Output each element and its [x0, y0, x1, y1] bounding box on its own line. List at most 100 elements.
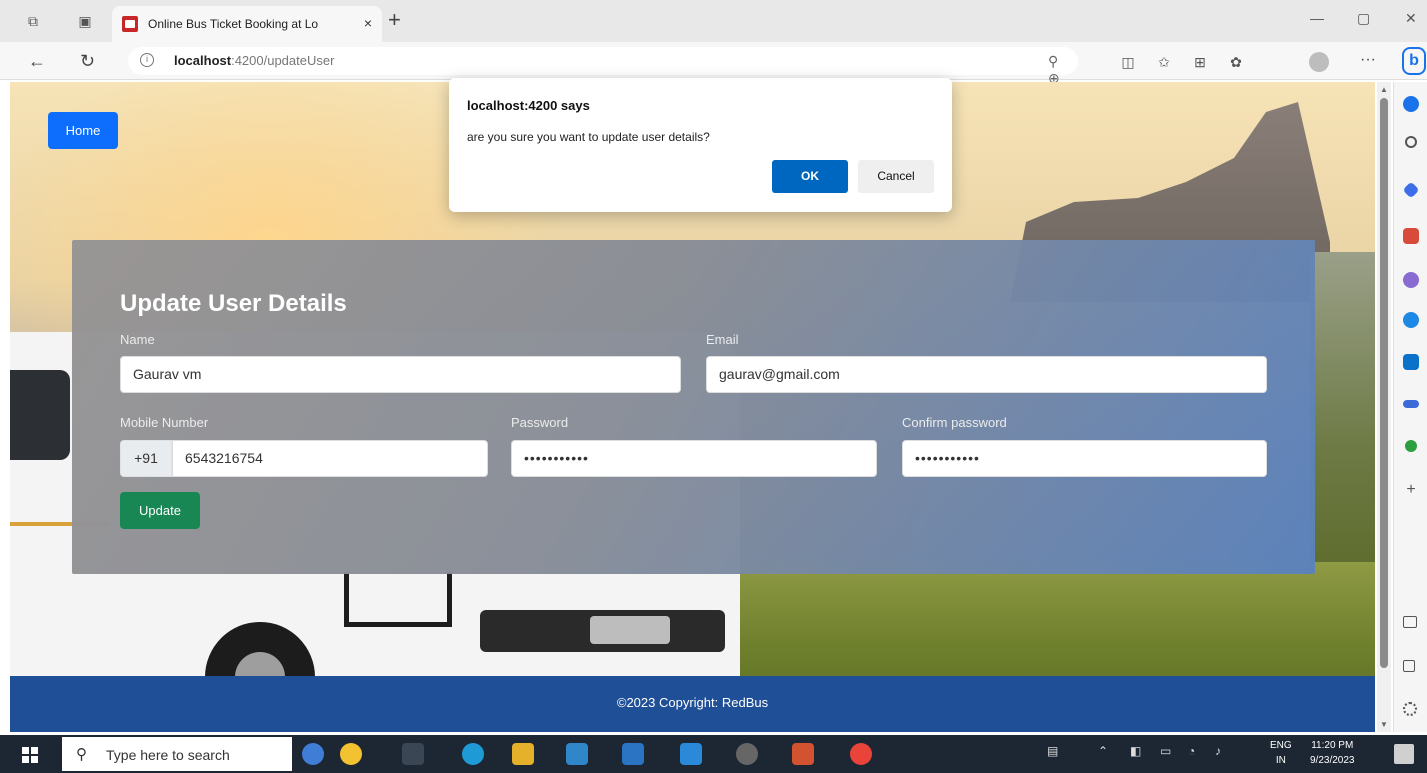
redbus-favicon-icon	[122, 16, 138, 32]
windows-start-icon[interactable]	[22, 747, 38, 763]
dialog-title: localhost:4200 says	[467, 98, 590, 113]
external-link-icon[interactable]	[1403, 660, 1415, 672]
tab-title: Online Bus Ticket Booking at Lo	[148, 17, 319, 31]
taskbar-search-placeholder: Type here to search	[106, 747, 230, 763]
back-icon[interactable]: ←	[28, 51, 46, 71]
scroll-down-icon[interactable]: ▼	[1380, 720, 1388, 729]
wifi-icon[interactable]: ◔	[1188, 744, 1195, 758]
dialog-message: are you sure you want to update user det…	[467, 130, 710, 144]
restore-button[interactable]: ▢	[1357, 10, 1370, 27]
outlook-icon[interactable]	[1403, 354, 1419, 370]
url-field[interactable]: i localhost:4200/updateUser ⚲ ⊕ Aᴬ ☆	[128, 47, 1078, 119]
tree-icon[interactable]	[1405, 440, 1417, 452]
url-host: localhost	[174, 53, 232, 68]
update-user-form: Update User Details Name Gaurav vm Email…	[72, 240, 1315, 574]
url-path: :4200/updateUser	[231, 53, 335, 68]
tab-bar: ⧉ ▣ Online Bus Ticket Booking at Lo × + …	[0, 0, 1427, 42]
email-input[interactable]: gaurav@gmail.com	[706, 356, 1267, 393]
games-icon[interactable]	[1403, 272, 1419, 288]
taskbar-search[interactable]: ⚲ Type here to search	[62, 737, 292, 771]
tab-close-icon[interactable]: ×	[364, 15, 372, 31]
tab-actions-icon[interactable]: ▣	[76, 12, 94, 30]
form-title: Update User Details	[120, 290, 347, 317]
more-options-icon[interactable]: ···	[1360, 51, 1376, 69]
new-tab-button[interactable]: +	[388, 9, 401, 31]
edge-app-icon[interactable]	[462, 743, 484, 765]
clock-date: 9/23/2023	[1310, 755, 1355, 766]
info-icon[interactable]: i	[140, 53, 154, 67]
minimize-button[interactable]: —	[1310, 10, 1324, 26]
tray-chevron-icon[interactable]: ⌃	[1098, 744, 1108, 758]
keyboard-icon[interactable]: ▤	[1047, 744, 1058, 758]
footer: ©2023 Copyright: RedBus	[10, 676, 1375, 732]
notifications-icon[interactable]	[1403, 96, 1419, 112]
email-label: Email	[706, 332, 739, 347]
bus-door	[344, 572, 452, 627]
bus-window	[10, 370, 70, 460]
confirm-password-label: Confirm password	[902, 415, 1007, 430]
weather-widget-icon[interactable]	[302, 743, 324, 765]
update-button[interactable]: Update	[120, 492, 200, 529]
widget-icon[interactable]	[340, 743, 362, 765]
extensions-icon[interactable]: ✿	[1218, 54, 1254, 71]
profile-icon[interactable]	[1309, 52, 1329, 72]
sidebar-layout-icon[interactable]	[1403, 616, 1417, 628]
task-view-icon[interactable]	[402, 743, 424, 765]
mail-icon[interactable]	[622, 743, 644, 765]
url-text: localhost:4200/updateUser	[174, 53, 334, 68]
battery-icon[interactable]: ▭	[1160, 744, 1171, 758]
favorites-icon[interactable]: ✩	[1146, 54, 1182, 71]
clock-icon[interactable]: 11:20 PM 9/23/2023	[1310, 738, 1355, 768]
dialog-cancel-button[interactable]: Cancel	[858, 160, 934, 193]
mobile-label: Mobile Number	[120, 415, 209, 430]
chrome-icon[interactable]	[850, 743, 872, 765]
name-input[interactable]: Gaurav vm	[120, 356, 681, 393]
edge-sidebar: +	[1393, 82, 1427, 732]
split-screen-icon[interactable]: ◫	[1110, 54, 1146, 71]
clock-time: 11:20 PM	[1311, 740, 1354, 751]
footer-copyright: ©2023 Copyright: RedBus	[616, 695, 769, 710]
settings-app-icon[interactable]	[736, 743, 758, 765]
vscode-icon[interactable]	[680, 743, 702, 765]
search-sidebar-icon[interactable]	[1405, 136, 1417, 148]
confirm-dialog: localhost:4200 says are you sure you wan…	[449, 78, 952, 212]
workspaces-icon[interactable]: ⧉	[24, 12, 42, 30]
background-hills	[1310, 252, 1375, 582]
dialog-ok-button[interactable]: OK	[772, 160, 848, 193]
shopping-icon[interactable]	[1402, 181, 1420, 199]
collections-icon[interactable]: ⊞	[1182, 54, 1218, 71]
windows-taskbar: ⚲ Type here to search ▤ ⌃ ◧ ▭ ◔ ♪ ENG IN…	[0, 735, 1427, 773]
office-icon[interactable]	[1403, 312, 1419, 328]
language-bottom: IN	[1275, 755, 1286, 766]
browser-tab[interactable]: Online Bus Ticket Booking at Lo ×	[112, 6, 382, 42]
address-bar: ← ↻ i localhost:4200/updateUser ⚲ ⊕ Aᴬ ☆…	[0, 42, 1427, 119]
mobile-prefix: +91	[120, 440, 172, 477]
network-icon[interactable]: ◧	[1130, 744, 1141, 758]
scroll-thumb[interactable]	[1380, 98, 1388, 668]
bus-grille	[480, 610, 725, 652]
settings-icon[interactable]	[1403, 702, 1417, 716]
language-indicator[interactable]: ENG IN	[1270, 738, 1292, 768]
language-top: ENG	[1270, 740, 1292, 751]
tools-icon[interactable]	[1403, 228, 1419, 244]
search-icon: ⚲	[76, 746, 87, 763]
close-window-button[interactable]: ✕	[1405, 10, 1417, 27]
home-button[interactable]: Home	[48, 112, 118, 149]
refresh-icon[interactable]: ↻	[80, 51, 95, 71]
bing-icon[interactable]: b	[1402, 47, 1426, 75]
mobile-input[interactable]: 6543216754	[172, 440, 488, 477]
toolbar-icons: ◫ ✩ ⊞ ✿	[1110, 54, 1254, 71]
name-label: Name	[120, 332, 155, 347]
page-scrollbar[interactable]: ▲ ▼	[1377, 82, 1391, 732]
file-explorer-icon[interactable]	[512, 743, 534, 765]
add-icon[interactable]: +	[1403, 482, 1419, 498]
confirm-password-input[interactable]: •••••••••••	[902, 440, 1267, 477]
drop-icon[interactable]	[1403, 400, 1419, 408]
notification-center-icon[interactable]	[1394, 744, 1414, 764]
password-input[interactable]: •••••••••••	[511, 440, 877, 477]
volume-icon[interactable]: ♪	[1215, 744, 1221, 758]
store-icon[interactable]	[566, 743, 588, 765]
powerpoint-icon[interactable]	[792, 743, 814, 765]
password-label: Password	[511, 415, 569, 430]
scroll-up-icon[interactable]: ▲	[1380, 85, 1388, 94]
